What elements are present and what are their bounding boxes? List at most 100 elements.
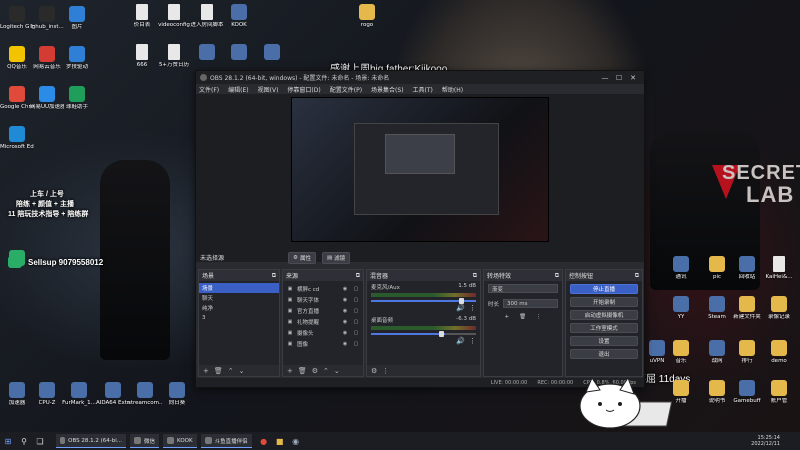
volume-slider-knob[interactable] bbox=[439, 331, 444, 337]
exit-button[interactable]: 退出 bbox=[570, 349, 638, 359]
more-icon[interactable]: ⋮ bbox=[469, 304, 476, 312]
taskbar-app[interactable]: OBS 28.1.2 (64-bi... bbox=[56, 434, 126, 448]
lock-icon[interactable]: ▢ bbox=[352, 297, 360, 303]
obs-title-bar[interactable]: OBS 28.1.2 (64-bit, windows) - 配置文件: 未命名… bbox=[196, 71, 644, 84]
desktop-icon[interactable]: AIDA64 Extreme bbox=[96, 382, 130, 422]
desktop-icon[interactable]: 账户管 bbox=[762, 380, 796, 420]
visibility-eye-icon[interactable]: ◉ bbox=[341, 341, 349, 347]
source-item[interactable]: ▣ 官方直播 ◉ ▢ bbox=[283, 305, 363, 316]
obs-preview-canvas[interactable] bbox=[291, 97, 549, 242]
desktop-icon[interactable]: 排行 bbox=[730, 340, 764, 380]
add-source-icon[interactable]: + bbox=[287, 367, 293, 375]
chrome-icon[interactable]: ● bbox=[256, 434, 272, 448]
desktop-icon[interactable]: streamcom... 快捷方式 bbox=[128, 382, 162, 422]
scene-item[interactable]: 聊天 bbox=[199, 293, 279, 303]
maximize-icon[interactable]: ☐ bbox=[612, 74, 626, 82]
obs-menu-item[interactable]: 编辑(E) bbox=[228, 85, 248, 94]
taskbar-app[interactable]: KOOK bbox=[163, 434, 197, 448]
advanced-audio-icon[interactable]: ⚙ bbox=[371, 367, 377, 375]
dock-float-icon[interactable]: ⧉ bbox=[356, 272, 360, 280]
stop-streaming-button[interactable]: 停止直播 bbox=[570, 284, 638, 294]
explorer-icon[interactable]: ■ bbox=[272, 434, 288, 448]
remove-transition-icon[interactable]: 🗑 bbox=[519, 314, 526, 320]
dock-float-icon[interactable]: ⧉ bbox=[555, 272, 559, 280]
duration-input[interactable]: 300 ms bbox=[503, 299, 558, 308]
start-virtual-camera-button[interactable]: 启动虚拟摄像机 bbox=[570, 310, 638, 320]
dock-float-icon[interactable]: ⧉ bbox=[473, 272, 477, 280]
lock-icon[interactable]: ▢ bbox=[352, 330, 360, 336]
more-icon[interactable]: ⋮ bbox=[469, 337, 476, 345]
obs-menu-item[interactable]: 文件(F) bbox=[199, 85, 219, 94]
source-item[interactable]: ▣ 横屏c cd ◉ ▢ bbox=[283, 283, 363, 294]
dock-float-icon[interactable]: ⧉ bbox=[635, 272, 639, 280]
start-recording-button[interactable]: 开始录制 bbox=[570, 297, 638, 307]
desktop-icon[interactable]: 通讯 bbox=[664, 256, 698, 296]
obs-menu-item[interactable]: 场景集合(S) bbox=[371, 85, 404, 94]
steam-icon[interactable]: ◉ bbox=[288, 434, 304, 448]
lock-icon[interactable]: ▢ bbox=[352, 308, 360, 314]
scene-item[interactable]: 3 bbox=[199, 313, 279, 323]
taskbar-clock[interactable]: 15:25:14 2022/12/11 bbox=[751, 435, 800, 448]
desktop-icon[interactable]: 5+万赞日历 bbox=[157, 44, 191, 84]
more-icon[interactable]: ⋮ bbox=[536, 314, 542, 320]
remove-source-icon[interactable]: 🗑 bbox=[298, 367, 307, 375]
remove-scene-icon[interactable]: 🗑 bbox=[214, 367, 223, 375]
desktop-icon[interactable]: Microsoft Edge bbox=[0, 126, 34, 166]
desktop-icon[interactable]: KaiHei&... bbox=[762, 256, 796, 296]
lock-icon[interactable]: ▢ bbox=[352, 319, 360, 325]
desktop-icon[interactable]: 价目表 bbox=[125, 4, 159, 44]
desktop-icon[interactable]: 新建文件夹 bbox=[730, 296, 764, 336]
desktop-icon[interactable]: Steam bbox=[700, 296, 734, 336]
taskbar-app[interactable]: 微信 bbox=[130, 434, 160, 448]
move-up-icon[interactable]: ⌃ bbox=[323, 367, 329, 375]
desktop-icon[interactable]: 进入房间脚本 bbox=[190, 4, 224, 44]
desktop-icon[interactable]: Logitech G HUB bbox=[0, 6, 34, 46]
desktop-icon[interactable]: 向日葵 bbox=[160, 382, 194, 422]
lock-icon[interactable]: ▢ bbox=[352, 341, 360, 347]
desktop-icon[interactable]: 录像记录 bbox=[762, 296, 796, 336]
filters-button[interactable]: ▤ 滤镜 bbox=[321, 251, 351, 264]
scene-item[interactable]: 纯净 bbox=[199, 303, 279, 313]
desktop-icon[interactable]: 战网 bbox=[700, 340, 734, 380]
visibility-eye-icon[interactable]: ◉ bbox=[341, 330, 349, 336]
volume-slider-knob[interactable] bbox=[459, 298, 464, 304]
move-down-icon[interactable]: ⌄ bbox=[239, 367, 245, 375]
volume-slider[interactable] bbox=[371, 298, 476, 304]
obs-menu-item[interactable]: 视图(V) bbox=[258, 85, 279, 94]
desktop-icon[interactable]: 网易UU加速器 bbox=[30, 86, 64, 126]
task-view-icon[interactable]: ❏ bbox=[32, 434, 48, 448]
desktop-icon[interactable]: 加速器 bbox=[0, 382, 34, 422]
visibility-eye-icon[interactable]: ◉ bbox=[341, 297, 349, 303]
move-down-icon[interactable]: ⌄ bbox=[334, 367, 340, 375]
desktop-icon[interactable]: CPU-Z bbox=[30, 382, 64, 422]
obs-window[interactable]: OBS 28.1.2 (64-bit, windows) - 配置文件: 未命名… bbox=[195, 70, 645, 388]
desktop-icon[interactable]: Gamebuff bbox=[730, 380, 764, 420]
desktop-icon[interactable] bbox=[0, 250, 34, 290]
desktop-icon[interactable]: 说明书 bbox=[700, 380, 734, 420]
source-settings-icon[interactable]: ⚙ bbox=[312, 367, 318, 375]
obs-menu-item[interactable]: 帮助(H) bbox=[442, 85, 463, 94]
move-up-icon[interactable]: ⌃ bbox=[228, 367, 234, 375]
desktop-icon[interactable]: 球鞋助手 bbox=[60, 86, 94, 126]
visibility-eye-icon[interactable]: ◉ bbox=[341, 319, 349, 325]
desktop-icon[interactable]: YY bbox=[664, 296, 698, 336]
desktop-icon[interactable]: lghub_inst... bbox=[30, 6, 64, 46]
source-item[interactable]: ▣ 聊天字体 ◉ ▢ bbox=[283, 294, 363, 305]
speaker-icon[interactable]: 🔊 bbox=[456, 304, 465, 312]
dock-float-icon[interactable]: ⧉ bbox=[272, 272, 276, 280]
settings-button[interactable]: 设置 bbox=[570, 336, 638, 346]
source-item[interactable]: ▣ 图像 ◉ ▢ bbox=[283, 338, 363, 349]
desktop-icon[interactable]: demo bbox=[762, 340, 796, 380]
properties-button[interactable]: ⚙ 属性 bbox=[288, 251, 316, 264]
visibility-eye-icon[interactable]: ◉ bbox=[341, 286, 349, 292]
studio-mode-button[interactable]: 工作室模式 bbox=[570, 323, 638, 333]
more-icon[interactable]: ⋮ bbox=[382, 367, 389, 375]
visibility-eye-icon[interactable]: ◉ bbox=[341, 308, 349, 314]
obs-menu-item[interactable]: 配置文件(P) bbox=[330, 85, 362, 94]
desktop-icon[interactable]: 图片 bbox=[60, 6, 94, 46]
desktop-icon[interactable]: KOOK bbox=[222, 4, 256, 44]
desktop-icon[interactable]: QQ音乐 bbox=[0, 46, 34, 86]
desktop-icon[interactable]: 回收站 bbox=[730, 256, 764, 296]
obs-menu-item[interactable]: 停靠窗口(D) bbox=[287, 85, 320, 94]
source-item[interactable]: ▣ 礼物提醒 ◉ ▢ bbox=[283, 316, 363, 327]
